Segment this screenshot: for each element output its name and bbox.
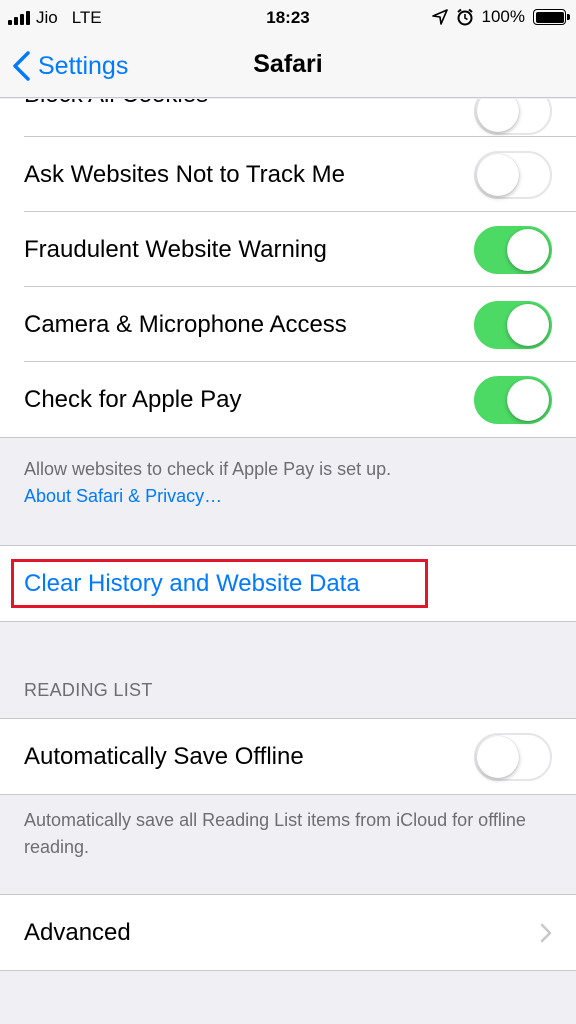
about-privacy-link[interactable]: About Safari & Privacy… [24,483,552,510]
reading-list-group: Automatically Save Offline [0,718,576,795]
block-cookies-toggle[interactable] [474,99,552,135]
privacy-footer: Allow websites to check if Apple Pay is … [0,438,576,545]
clear-history-group: Clear History and Website Data [0,545,576,622]
row-block-all-cookies[interactable]: Block All Cookies [0,99,576,137]
save-offline-toggle[interactable] [474,732,552,781]
row-apple-pay[interactable]: Check for Apple Pay [0,362,576,437]
settings-list: Block All Cookies Ask Websites Not to Tr… [0,99,576,971]
alarm-icon [456,8,473,26]
row-label: Check for Apple Pay [24,385,242,413]
camera-microphone-toggle[interactable] [474,300,552,349]
fraudulent-warning-toggle[interactable] [474,225,552,274]
battery-icon [533,9,570,25]
reading-list-header: READING LIST [24,680,153,700]
privacy-group: Block All Cookies Ask Websites Not to Tr… [0,99,576,438]
clear-history-label: Clear History and Website Data [24,569,360,597]
row-label: Automatically Save Offline [24,742,304,770]
apple-pay-toggle[interactable] [474,375,552,424]
row-fraudulent-warning[interactable]: Fraudulent Website Warning [0,212,576,287]
navigation-bar: Settings Safari [0,36,576,98]
privacy-footer-text: Allow websites to check if Apple Pay is … [24,459,392,479]
row-camera-microphone[interactable]: Camera & Microphone Access [0,287,576,362]
row-label: Fraudulent Website Warning [24,235,327,263]
row-label: Camera & Microphone Access [24,310,347,338]
chevron-right-icon [540,923,552,942]
row-save-offline[interactable]: Automatically Save Offline [0,719,576,794]
clear-history-button[interactable]: Clear History and Website Data [0,546,576,621]
row-label: Ask Websites Not to Track Me [24,160,345,188]
battery-percent: 100% [481,7,525,26]
location-icon [431,9,448,25]
row-label: Block All Cookies [24,99,208,109]
reading-list-footer: Automatically save all Reading List item… [24,810,526,857]
row-advanced[interactable]: Advanced [0,895,576,970]
row-do-not-track[interactable]: Ask Websites Not to Track Me [0,137,576,212]
advanced-group: Advanced [0,894,576,971]
do-not-track-toggle[interactable] [474,150,552,199]
status-bar: Jio LTE 18:23 100% [0,0,576,36]
page-title: Safari [253,50,323,78]
row-label: Advanced [24,918,131,946]
